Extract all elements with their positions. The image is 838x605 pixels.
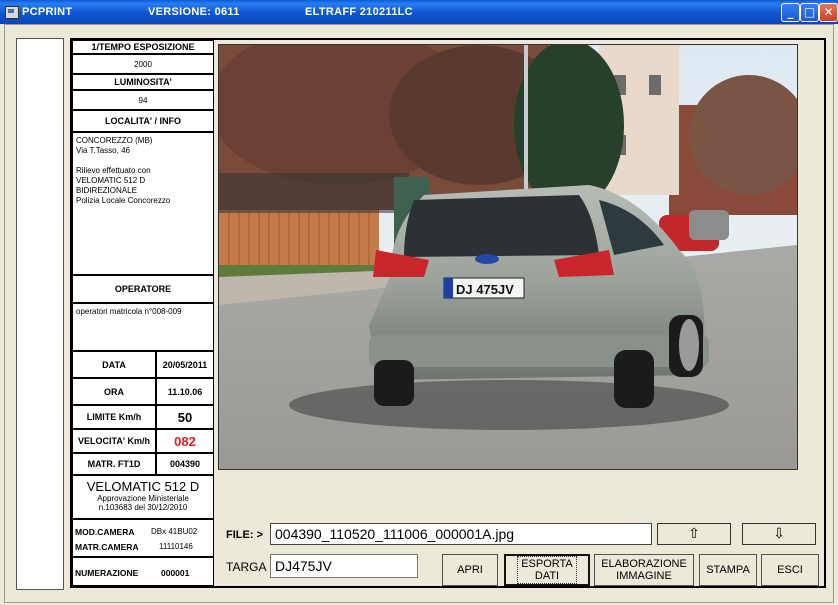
apri-button-label: APRI: [457, 564, 483, 576]
stampa-button[interactable]: STAMPA: [699, 554, 757, 586]
side-panel: [16, 38, 64, 590]
maximize-button[interactable]: □: [800, 3, 819, 22]
luminosita-label: LUMINOSITA': [72, 74, 214, 90]
car-photo-image: DJ 475JV: [219, 45, 797, 469]
version-label: VERSIONE: 0611: [148, 6, 240, 18]
license-plate-text: DJ 475JV: [456, 282, 514, 297]
arrow-down-icon: ⇩: [773, 526, 785, 542]
limite-label: LIMITE Km/h: [72, 405, 156, 429]
apri-button[interactable]: APRI: [442, 554, 498, 586]
close-button[interactable]: ✕: [819, 3, 838, 22]
matr-ft1d-value: 004390: [156, 453, 214, 475]
window-title: PCPRINT: [22, 6, 73, 18]
limite-value: 50: [156, 405, 214, 429]
device-approval: Approvazione Ministeriale n.103683 del 3…: [97, 494, 189, 512]
velocita-value: 082: [156, 429, 214, 453]
luminosita-value: 94: [72, 90, 214, 110]
localita-value: CONCOREZZO (MB) Via T.Tasso, 46 Rilievo …: [72, 132, 214, 275]
mod-camera-value: DBx 41BU02: [151, 527, 198, 536]
stampa-button-label: STAMPA: [706, 564, 750, 576]
previous-file-button[interactable]: ⇧: [657, 523, 731, 545]
targa-label: TARGA: [226, 560, 267, 574]
ora-value: 11.10.06: [156, 378, 214, 405]
data-label: DATA: [72, 351, 156, 378]
ora-label: ORA: [72, 378, 156, 405]
camera-box: MOD.CAMERA DBx 41BU02 MATR.CAMERA 111101…: [72, 519, 214, 557]
operatore-label: OPERATORE: [72, 275, 214, 303]
eltraff-label: ELTRAFF 210211LC: [305, 6, 413, 18]
tempo-value: 2000: [72, 54, 214, 74]
device-box: VELOMATIC 512 D Approvazione Ministerial…: [72, 475, 214, 519]
tempo-label: 1/TEMPO ESPOSIZIONE: [72, 40, 214, 54]
numerazione-label: NUMERAZIONE: [75, 568, 139, 578]
minimize-button[interactable]: _: [781, 3, 800, 22]
file-field[interactable]: 004390_110520_111006_000001A.jpg: [270, 523, 652, 545]
numerazione-box: NUMERAZIONE 000001: [72, 557, 214, 586]
operatore-value: operatori matricola n°008-009: [72, 303, 214, 351]
data-value: 20/05/2011: [156, 351, 214, 378]
matr-camera-label: MATR.CAMERA: [75, 542, 139, 552]
esci-button[interactable]: ESCI: [761, 554, 819, 586]
arrow-up-icon: ⇧: [688, 526, 700, 542]
esci-button-label: ESCI: [777, 564, 803, 576]
targa-field[interactable]: DJ475JV: [270, 554, 418, 578]
next-file-button[interactable]: ⇩: [742, 523, 816, 545]
title-bar: PCPRINT VERSIONE: 0611 ELTRAFF 210211LC …: [0, 0, 838, 24]
matr-ft1d-label: MATR. FT1D: [72, 453, 156, 475]
localita-label: LOCALITA' / INFO: [72, 110, 214, 132]
car-photo: DJ 475JV: [218, 44, 798, 470]
file-label: FILE: >: [226, 529, 263, 541]
device-name: VELOMATIC 512 D: [86, 479, 200, 494]
esporta-dati-button-label: ESPORTA DATI: [517, 556, 577, 584]
app-icon: [5, 6, 19, 19]
numerazione-value: 000001: [161, 568, 190, 578]
velocita-label: VELOCITA' Km/h: [72, 429, 156, 453]
mod-camera-label: MOD.CAMERA: [75, 527, 135, 537]
elaborazione-immagine-button-label: ELABORAZIONE IMMAGINE: [601, 558, 687, 582]
esporta-dati-button[interactable]: ESPORTA DATI: [504, 554, 590, 586]
elaborazione-immagine-button[interactable]: ELABORAZIONE IMMAGINE: [594, 554, 694, 586]
matr-camera-value: 11110146: [159, 542, 193, 551]
